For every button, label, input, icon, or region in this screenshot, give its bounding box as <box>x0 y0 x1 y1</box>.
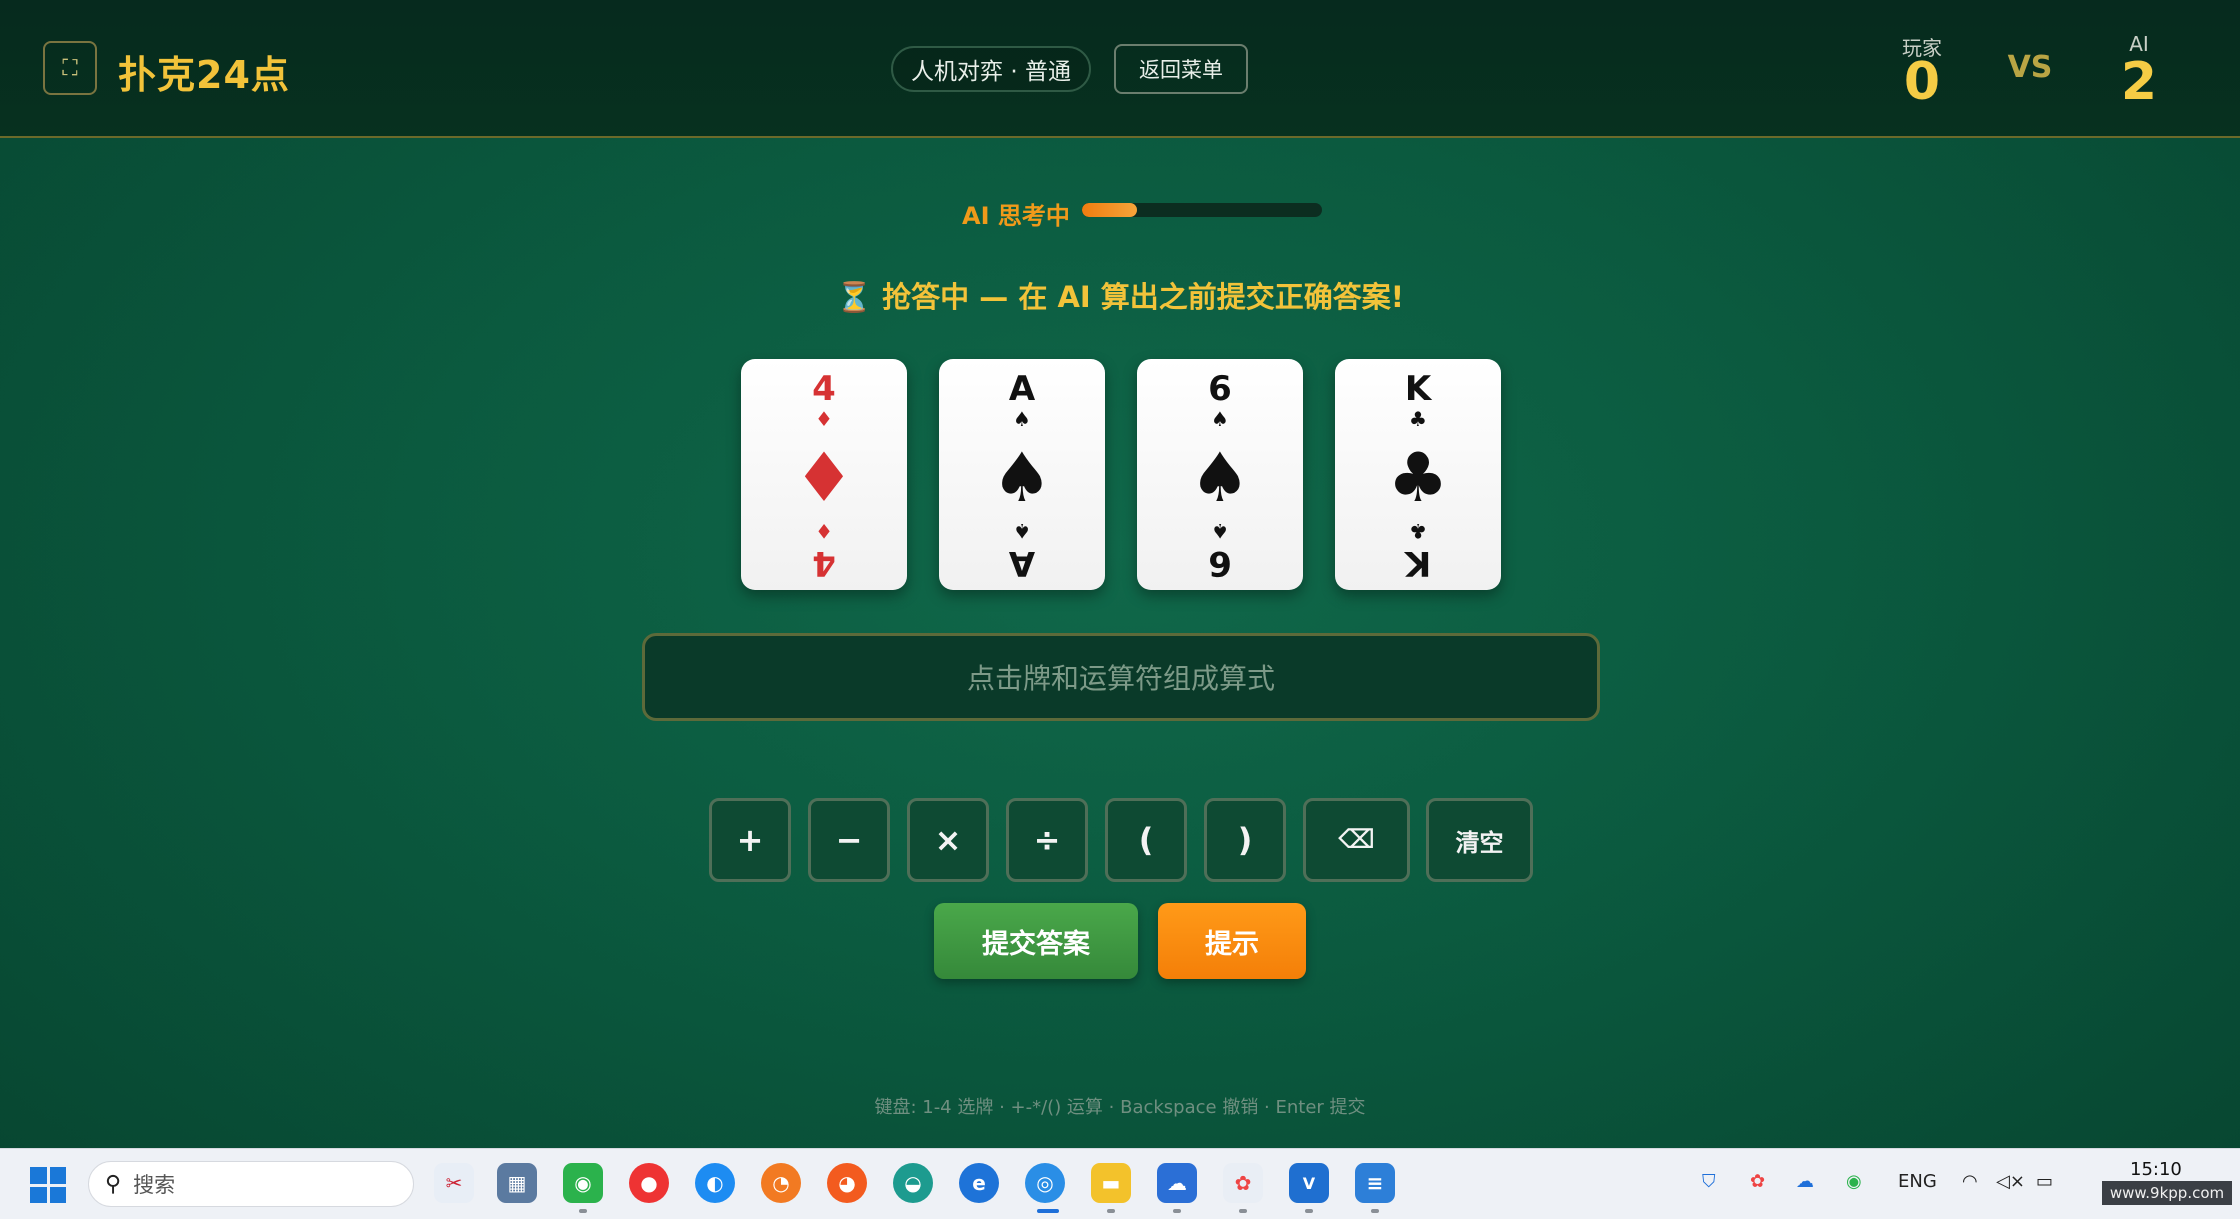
running-indicator <box>1107 1209 1115 1213</box>
cloud-drive-icon[interactable]: ☁ <box>1157 1163 1197 1203</box>
vs-label: VS <box>2007 50 2053 85</box>
card-rank: A <box>1008 369 1036 409</box>
card-center-suit-icon: ♣ <box>1387 439 1449 518</box>
snipping-tool-icon[interactable]: ✂ <box>434 1163 474 1203</box>
card-suit-icon: ♦ <box>815 407 833 431</box>
backspace-icon[interactable]: ⌫ <box>1303 798 1410 882</box>
running-indicator <box>1173 1209 1181 1213</box>
running-indicator <box>579 1209 587 1213</box>
running-indicator <box>1305 1209 1313 1213</box>
card-1[interactable]: 4 ♦ ♦ ♦ 4 <box>741 359 907 590</box>
back-to-menu-button[interactable]: 返回菜单 <box>1114 44 1248 94</box>
ai-thinking-label: AI 思考中 <box>962 202 1070 230</box>
pinwheel-tray-icon[interactable]: ✿ <box>1750 1171 1765 1192</box>
card-rank: 4 <box>812 369 836 409</box>
clock-time[interactable]: 15:10 <box>2130 1159 2182 1180</box>
windows-start-icon[interactable] <box>30 1167 66 1203</box>
card-2[interactable]: A ♠ ♠ ♠ A <box>939 359 1105 590</box>
browser-icon[interactable]: ◐ <box>695 1163 735 1203</box>
ie-icon[interactable]: e <box>959 1163 999 1203</box>
active-indicator <box>1037 1209 1059 1213</box>
card-rank: K <box>1404 543 1432 583</box>
multiply-button[interactable]: × <box>907 798 989 882</box>
taskbar-search-input[interactable]: ⚲ 搜索 <box>88 1161 414 1207</box>
active-app-icon[interactable]: ◎ <box>1025 1163 1065 1203</box>
submit-answer-button[interactable]: 提交答案 <box>934 903 1138 979</box>
keyboard-shortcuts-hint: 键盘: 1-4 选牌 · +-*/() 运算 · Backspace 撤销 · … <box>874 1097 1366 1118</box>
chrome-icon[interactable]: ● <box>629 1163 669 1203</box>
wechat-tray-icon[interactable]: ◉ <box>1846 1171 1862 1192</box>
language-indicator[interactable]: ENG <box>1898 1171 1937 1192</box>
player-score: 0 <box>1903 52 1941 112</box>
pinwheel-app-icon[interactable]: ✿ <box>1223 1163 1263 1203</box>
ai-score: 2 <box>2120 52 2158 112</box>
card-suit-icon: ♦ <box>815 519 833 543</box>
watermark: www.9kpp.com <box>2102 1181 2232 1205</box>
notepad-icon[interactable]: ≡ <box>1355 1163 1395 1203</box>
card-suit-icon: ♣ <box>1409 519 1427 543</box>
running-indicator <box>1371 1209 1379 1213</box>
card-center-suit-icon: ♦ <box>793 439 855 518</box>
card-rank: K <box>1404 369 1432 409</box>
hint-button[interactable]: 提示 <box>1158 903 1306 979</box>
card-rank: 4 <box>812 543 836 583</box>
card-4[interactable]: K ♣ ♣ ♣ K <box>1335 359 1501 590</box>
card-suit-icon: ♠ <box>1211 519 1229 543</box>
wechat-icon[interactable]: ◉ <box>563 1163 603 1203</box>
app-title: 扑克24点 <box>118 53 290 97</box>
vs-code-app-icon[interactable]: V <box>1289 1163 1329 1203</box>
minus-button[interactable]: − <box>808 798 890 882</box>
wifi-icon[interactable]: ◠ <box>1962 1171 1978 1192</box>
expression-field[interactable]: 点击牌和运算符组成算式 <box>642 633 1600 721</box>
card-suit-icon: ♣ <box>1409 407 1427 431</box>
card-rank: 6 <box>1208 369 1232 409</box>
app-orange-icon[interactable]: ◔ <box>761 1163 801 1203</box>
ai-thinking-progress <box>1082 203 1322 217</box>
top-bar: ⛶ 扑克24点 人机对弈 · 普通 返回菜单 玩家 0 VS AI 2 <box>0 0 2240 138</box>
left-paren-button[interactable]: ( <box>1105 798 1187 882</box>
ai-thinking-progress-fill <box>1082 203 1138 217</box>
search-icon: ⚲ <box>105 1171 122 1197</box>
divide-button[interactable]: ÷ <box>1006 798 1088 882</box>
battery-icon[interactable]: ▭ <box>2036 1171 2053 1192</box>
card-center-suit-icon: ♠ <box>1189 439 1251 518</box>
os-taskbar: ⚲ 搜索 ✂ ▦ ◉ ● ◐ ◔ ◕ ◒ e ◎ ▬ ☁ ✿ V ≡ ⛉ ✿ ☁… <box>0 1148 2240 1219</box>
plus-button[interactable]: + <box>709 798 791 882</box>
fullscreen-icon[interactable]: ⛶ <box>43 41 97 95</box>
running-indicator <box>1239 1209 1247 1213</box>
card-center-suit-icon: ♠ <box>991 439 1053 518</box>
card-3[interactable]: 6 ♠ ♠ ♠ 6 <box>1137 359 1303 590</box>
search-placeholder: 搜索 <box>133 1173 176 1197</box>
card-suit-icon: ♠ <box>1013 519 1031 543</box>
card-suit-icon: ♠ <box>1211 407 1229 431</box>
card-rank: A <box>1008 543 1036 583</box>
right-paren-button[interactable]: ) <box>1204 798 1286 882</box>
volume-muted-icon[interactable]: ◁× <box>1996 1171 2025 1192</box>
edge-icon[interactable]: ◒ <box>893 1163 933 1203</box>
clear-button[interactable]: 清空 <box>1426 798 1533 882</box>
card-suit-icon: ♠ <box>1013 407 1031 431</box>
race-banner: ⏳ 抢答中 — 在 AI 算出之前提交正确答案! <box>835 280 1405 314</box>
security-tray-icon[interactable]: ⛉ <box>1702 1171 1716 1192</box>
firefox-icon[interactable]: ◕ <box>827 1163 867 1203</box>
mode-badge: 人机对弈 · 普通 <box>891 46 1091 92</box>
card-rank: 6 <box>1208 543 1232 583</box>
cloud-tray-icon[interactable]: ☁ <box>1796 1171 1814 1192</box>
file-explorer-icon[interactable]: ▬ <box>1091 1163 1131 1203</box>
calculator-icon[interactable]: ▦ <box>497 1163 537 1203</box>
